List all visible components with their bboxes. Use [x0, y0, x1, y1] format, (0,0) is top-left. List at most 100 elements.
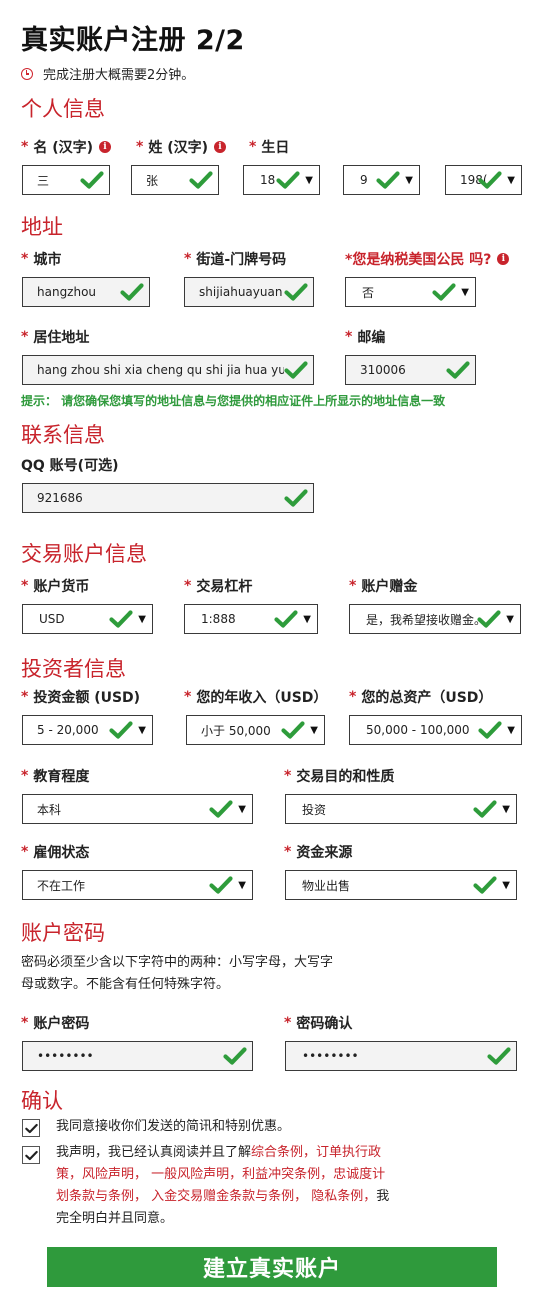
section-investor: 投资者信息 — [21, 657, 126, 681]
create-account-button[interactable]: 建立真实账户 — [47, 1247, 497, 1287]
check-icon — [274, 610, 298, 628]
check-icon — [473, 876, 497, 894]
check-icon — [284, 489, 308, 507]
checkmark-icon — [24, 1123, 38, 1134]
chevron-down-icon: ▼ — [310, 724, 318, 736]
confirm-password-input[interactable]: •••••••• — [285, 1041, 517, 1071]
check-icon — [109, 721, 133, 739]
chevron-down-icon: ▼ — [507, 174, 515, 186]
income-select[interactable]: 小于 50,000 ▼ — [186, 715, 325, 745]
city-label: * 城市 — [21, 251, 62, 268]
section-contact: 联系信息 — [21, 423, 105, 447]
education-label: * 教育程度 — [21, 768, 90, 785]
zip-input[interactable]: 310006 — [345, 355, 476, 385]
page-title: 真实账户注册 2/2 — [21, 25, 245, 56]
section-trading: 交易账户信息 — [21, 542, 147, 566]
birth-month-select[interactable]: 9 ▼ — [343, 165, 420, 195]
first-name-label: * 名 (汉字) i — [21, 137, 111, 157]
first-name-field[interactable]: 三 — [22, 165, 110, 195]
birth-day-select[interactable]: 18 ▼ — [243, 165, 320, 195]
purpose-select[interactable]: 投资 ▼ — [285, 794, 517, 824]
us-tax-label: *您是纳税美国公民 吗? i — [345, 249, 510, 269]
birth-year-select[interactable]: 198( ▼ — [445, 165, 522, 195]
residence-input[interactable]: hang zhou shi xia cheng qu shi jia hua y… — [22, 355, 314, 385]
income-label: * 您的年收入（USD） — [184, 689, 328, 706]
clock-icon — [21, 67, 33, 80]
qq-label: QQ 账号(可选) — [21, 458, 119, 474]
assets-select[interactable]: 50,000 - 100,000 ▼ — [349, 715, 522, 745]
password-rules: 密码必须至少含以下字符中的两种：小写字母，大写字 母或数字。不能含有任何特殊字符… — [21, 955, 334, 992]
qq-input[interactable]: 921686 — [22, 483, 314, 513]
bonus-select[interactable]: 是，我希望接收赠金。 ▼ — [349, 604, 521, 634]
chevron-down-icon: ▼ — [305, 174, 313, 186]
chevron-down-icon: ▼ — [138, 724, 146, 736]
section-address: 地址 — [21, 215, 63, 239]
confirm-password-label: * 密码确认 — [284, 1015, 353, 1032]
chevron-down-icon: ▼ — [303, 613, 311, 625]
check-icon — [432, 283, 456, 301]
chevron-down-icon: ▼ — [461, 286, 469, 298]
chevron-down-icon: ▼ — [502, 879, 510, 891]
chevron-down-icon: ▼ — [138, 613, 146, 625]
chevron-down-icon: ▼ — [405, 174, 413, 186]
promo-text: 我同意接收你们发送的简讯和特别优惠。 — [56, 1119, 291, 1134]
bonus-label: * 账户赠金 — [349, 578, 418, 595]
check-icon — [80, 171, 104, 189]
employment-label: * 雇佣状态 — [21, 844, 90, 861]
city-input[interactable]: hangzhou — [22, 277, 150, 307]
check-icon — [209, 876, 233, 894]
check-icon — [109, 610, 133, 628]
currency-select[interactable]: USD ▼ — [22, 604, 153, 634]
check-icon — [487, 1047, 511, 1065]
time-notice-text: 完成注册大概需要2分钟。 — [43, 68, 195, 83]
us-tax-select[interactable]: 否 ▼ — [345, 277, 476, 307]
assets-label: * 您的总资产（USD） — [349, 689, 493, 706]
check-icon — [284, 283, 308, 301]
info-icon[interactable]: i — [214, 141, 226, 153]
declare-checkbox[interactable] — [22, 1146, 40, 1164]
amount-select[interactable]: 5 - 20,000 ▼ — [22, 715, 153, 745]
time-notice: 完成注册大概需要2分钟。 — [21, 64, 194, 83]
declare-text: 我声明，我已经认真阅读并且了解综合条例，订单执行政策，风险声明， 一般风险声明，… — [56, 1145, 390, 1226]
chevron-down-icon: ▼ — [507, 724, 515, 736]
checkmark-icon — [24, 1150, 38, 1161]
check-icon — [120, 283, 144, 301]
education-select[interactable]: 本科 ▼ — [22, 794, 253, 824]
check-icon — [209, 800, 233, 818]
section-password: 账户密码 — [21, 921, 105, 945]
chevron-down-icon: ▼ — [238, 803, 246, 815]
info-icon[interactable]: i — [497, 253, 510, 265]
funds-label: * 资金来源 — [284, 844, 353, 861]
info-icon[interactable]: i — [99, 141, 111, 153]
section-personal: 个人信息 — [21, 97, 105, 121]
check-icon — [284, 361, 308, 379]
check-icon — [223, 1047, 247, 1065]
last-name-field[interactable]: 张 — [131, 165, 219, 195]
section-confirm: 确认 — [21, 1089, 63, 1113]
address-hint: 提示： 请您确保您填写的地址信息与您提供的相应证件上所显示的地址信息一致 — [21, 394, 446, 408]
password-label: * 账户密码 — [21, 1015, 90, 1032]
birthday-label: * 生日 — [249, 139, 290, 156]
residence-label: * 居住地址 — [21, 329, 90, 346]
check-icon — [189, 171, 213, 189]
password-input[interactable]: •••••••• — [22, 1041, 253, 1071]
street-input[interactable]: shijiahuayuan — [184, 277, 314, 307]
promo-checkbox[interactable] — [22, 1119, 40, 1137]
street-label: * 街道-门牌号码 — [184, 251, 287, 268]
check-icon — [281, 721, 305, 739]
amount-label: * 投资金额 (USD) — [21, 689, 141, 706]
chevron-down-icon: ▼ — [238, 879, 246, 891]
currency-label: * 账户货币 — [21, 578, 90, 595]
leverage-select[interactable]: 1:888 ▼ — [184, 604, 318, 634]
chevron-down-icon: ▼ — [506, 613, 514, 625]
purpose-label: * 交易目的和性质 — [284, 768, 395, 785]
check-icon — [478, 721, 502, 739]
employment-select[interactable]: 不在工作 ▼ — [22, 870, 253, 900]
check-icon — [473, 800, 497, 818]
funds-select[interactable]: 物业出售 ▼ — [285, 870, 517, 900]
check-icon — [376, 171, 400, 189]
check-icon — [477, 610, 501, 628]
check-icon — [276, 171, 300, 189]
leverage-label: * 交易杠杆 — [184, 578, 253, 595]
chevron-down-icon: ▼ — [502, 803, 510, 815]
